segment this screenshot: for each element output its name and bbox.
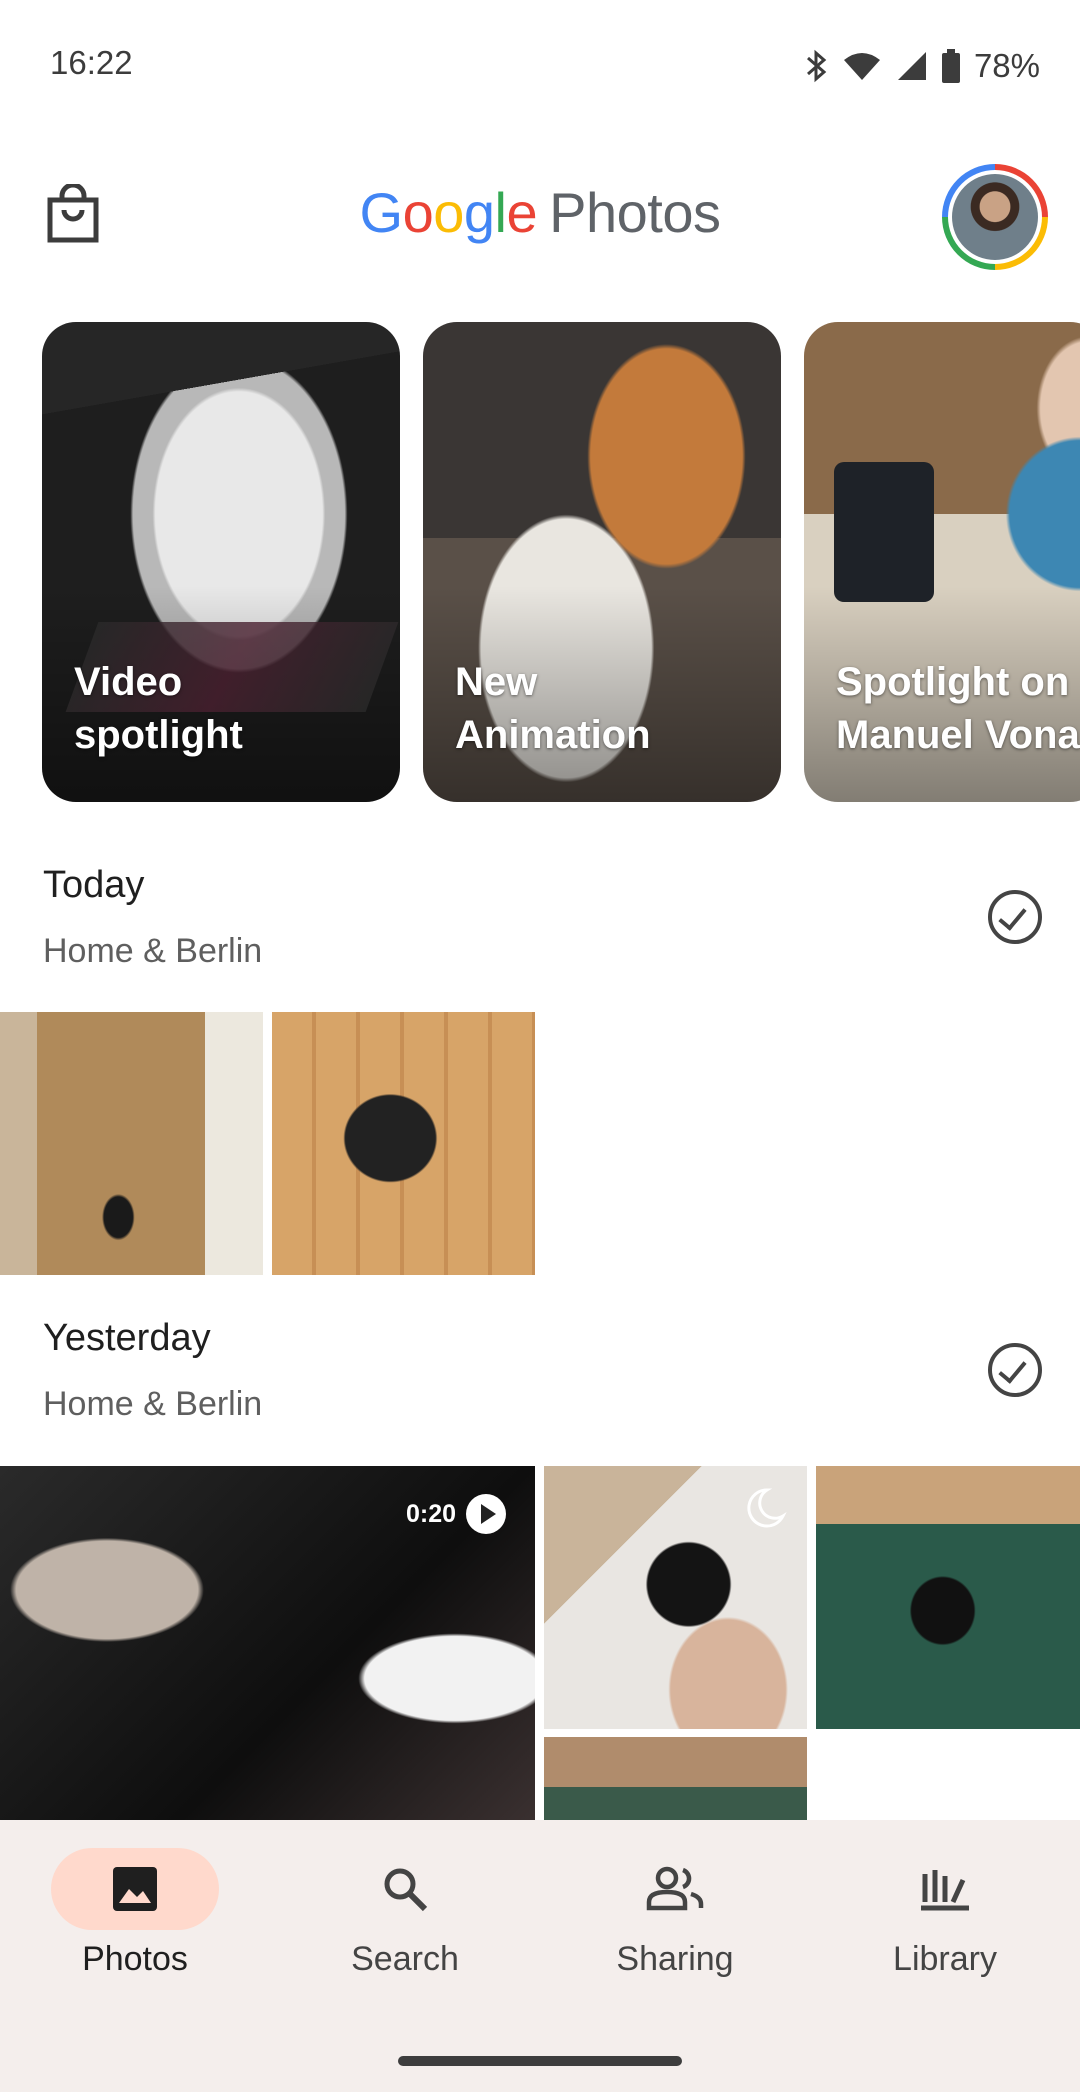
logo-letter: e xyxy=(506,181,538,244)
search-icon xyxy=(384,1868,428,1912)
nav-label: Library xyxy=(893,1940,997,1978)
section-subtitle-yesterday: Home & Berlin xyxy=(43,1385,263,1423)
library-icon xyxy=(921,1870,969,1911)
memory-card-label: Spotlight on Manuel Vona xyxy=(836,660,1080,757)
bottom-navigation: Photos Search Sharing Library xyxy=(0,1820,1080,2092)
section-title-yesterday: Yesterday xyxy=(43,1317,211,1359)
nav-item-search[interactable]: Search xyxy=(305,1848,505,1979)
status-icons: 78% xyxy=(804,44,1040,88)
account-avatar[interactable] xyxy=(942,164,1048,270)
nav-pill xyxy=(591,1848,759,1930)
photo-thumbnail[interactable] xyxy=(816,1466,1080,1729)
logo-letter: G xyxy=(359,181,404,244)
nav-item-library[interactable]: Library xyxy=(845,1848,1045,1979)
nav-item-sharing[interactable]: Sharing xyxy=(575,1848,775,1979)
signal-icon xyxy=(897,52,926,80)
video-duration: 0:20 xyxy=(406,1494,507,1534)
nav-item-photos[interactable]: Photos xyxy=(35,1848,235,1979)
logo-letter: o xyxy=(402,181,434,244)
photo-icon xyxy=(113,1867,157,1911)
memory-card-video-spotlight[interactable]: Video spotlight xyxy=(42,322,400,802)
section-subtitle-today: Home & Berlin xyxy=(43,932,263,970)
memory-card-label: Video spotlight xyxy=(74,660,243,757)
gesture-handle[interactable] xyxy=(398,2056,682,2066)
nav-label: Photos xyxy=(82,1940,188,1978)
nav-pill xyxy=(51,1848,219,1930)
logo-suffix: Photos xyxy=(549,181,721,244)
video-duration-label: 0:20 xyxy=(406,1499,457,1528)
battery-percent: 78% xyxy=(973,47,1040,84)
status-time: 16:22 xyxy=(50,44,133,81)
bluetooth-icon xyxy=(806,49,827,83)
avatar-frame xyxy=(948,170,1042,264)
logo-letter: l xyxy=(494,181,507,244)
wifi-icon xyxy=(843,53,880,80)
nav-label: Sharing xyxy=(616,1940,734,1978)
logo-letter: g xyxy=(463,181,495,244)
logo-letter: o xyxy=(433,181,464,244)
photo-thumbnail[interactable] xyxy=(272,1012,535,1275)
memory-card-new-animation[interactable]: New Animation xyxy=(423,322,781,802)
photo-thumbnail[interactable] xyxy=(544,1737,807,1820)
nav-label: Search xyxy=(351,1940,459,1978)
nav-pill xyxy=(861,1848,1029,1930)
nav-pill xyxy=(321,1848,489,1930)
night-sight-moon-icon xyxy=(747,1488,787,1528)
memory-card-label: New Animation xyxy=(455,660,651,757)
select-all-today-check-icon[interactable] xyxy=(988,890,1042,944)
avatar-image xyxy=(952,174,1038,260)
play-icon xyxy=(466,1494,507,1534)
select-all-yesterday-check-icon[interactable] xyxy=(988,1343,1042,1397)
memory-card-spotlight-person[interactable]: Spotlight on Manuel Vona xyxy=(804,322,1080,802)
photo-thumbnail[interactable] xyxy=(0,1012,263,1275)
google-photos-logo: Google Photos xyxy=(0,180,1080,245)
battery-icon xyxy=(941,49,960,83)
section-title-today: Today xyxy=(43,864,145,906)
card-image-detail xyxy=(834,462,934,602)
people-icon xyxy=(646,1866,704,1911)
